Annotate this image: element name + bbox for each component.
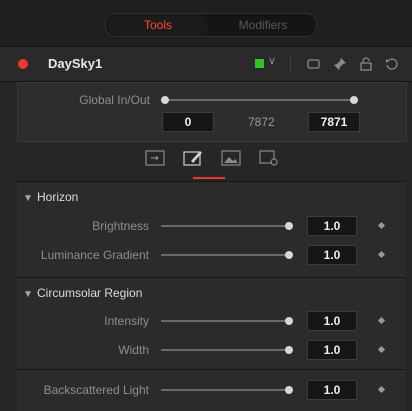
global-inout-panel: Global In/Out 0 7872 7871 xyxy=(17,82,407,142)
brightness-slider[interactable] xyxy=(161,225,289,227)
backscattered-light-label: Backscattered Light xyxy=(43,383,149,397)
global-duration-value: 7872 xyxy=(248,115,275,129)
node-name: DaySky1 xyxy=(48,56,103,71)
global-in-handle[interactable] xyxy=(161,96,169,104)
width-row: Width 1.0 xyxy=(17,339,405,361)
horizon-title: Horizon xyxy=(37,190,79,204)
luminance-gradient-slider-handle[interactable] xyxy=(285,251,293,259)
intensity-slider-handle[interactable] xyxy=(285,317,293,325)
horizon-section: ▼ Horizon Brightness 1.0 Luminance Gradie… xyxy=(17,181,405,278)
circumsolar-section: ▼ Circumsolar Region Intensity 1.0 Width … xyxy=(17,277,405,370)
node-enable-toggle[interactable] xyxy=(18,59,28,69)
global-in-field[interactable]: 0 xyxy=(162,112,214,132)
width-field[interactable]: 1.0 xyxy=(307,340,357,360)
luminance-gradient-field[interactable]: 1.0 xyxy=(307,245,357,265)
global-inout-label: Global In/Out xyxy=(79,93,150,107)
luminance-gradient-slider[interactable] xyxy=(161,254,289,256)
global-out-handle[interactable] xyxy=(350,96,358,104)
backscattered-light-slider-handle[interactable] xyxy=(285,386,293,394)
backscattered-light-slider[interactable] xyxy=(161,389,289,391)
brightness-field[interactable]: 1.0 xyxy=(307,216,357,236)
keyframe-diamond-icon[interactable] xyxy=(377,345,386,354)
tab-image-icon[interactable] xyxy=(221,149,241,167)
top-tab-bar: Tools Modifiers xyxy=(0,0,412,46)
keyframe-diamond-icon[interactable] xyxy=(377,221,386,230)
global-out-field[interactable]: 7871 xyxy=(308,112,360,132)
tab-controls-icon[interactable] xyxy=(145,149,165,167)
node-color-swatch[interactable] xyxy=(255,59,264,68)
chevron-down-icon: ▼ xyxy=(23,289,33,300)
width-label: Width xyxy=(118,343,149,357)
intensity-row: Intensity 1.0 xyxy=(17,310,405,332)
chevron-down-icon: ▼ xyxy=(23,193,33,204)
active-tab-indicator xyxy=(193,177,225,179)
circumsolar-section-header[interactable]: ▼ Circumsolar Region xyxy=(23,286,142,300)
control-page-tabs xyxy=(17,140,405,180)
keyframe-diamond-icon[interactable] xyxy=(377,316,386,325)
tools-modifiers-toggle: Tools Modifiers xyxy=(105,13,317,37)
pin-icon[interactable] xyxy=(332,56,348,72)
reset-icon[interactable] xyxy=(384,56,400,72)
tab-settings-icon[interactable] xyxy=(183,149,203,167)
backscattered-light-field[interactable]: 1.0 xyxy=(307,380,357,400)
node-header: DaySky1 ∨ xyxy=(0,46,412,82)
intensity-slider[interactable] xyxy=(161,320,289,322)
brightness-row: Brightness 1.0 xyxy=(17,215,405,237)
lock-icon[interactable] xyxy=(358,56,374,72)
tab-common-settings-icon[interactable] xyxy=(259,149,279,167)
backscattered-section: Backscattered Light 1.0 xyxy=(17,369,405,411)
collapse-icon[interactable] xyxy=(306,56,322,72)
width-slider[interactable] xyxy=(161,349,289,351)
brightness-slider-handle[interactable] xyxy=(285,222,293,230)
global-inout-range[interactable] xyxy=(164,99,354,101)
intensity-label: Intensity xyxy=(104,314,149,328)
tab-modifiers[interactable]: Modifiers xyxy=(212,14,314,36)
luminance-gradient-row: Luminance Gradient 1.0 xyxy=(17,244,405,266)
circumsolar-title: Circumsolar Region xyxy=(37,286,143,300)
luminance-gradient-label: Luminance Gradient xyxy=(40,248,149,262)
backscattered-light-row: Backscattered Light 1.0 xyxy=(17,379,405,401)
brightness-label: Brightness xyxy=(92,219,149,233)
header-divider xyxy=(290,55,291,73)
width-slider-handle[interactable] xyxy=(285,346,293,354)
tab-tools[interactable]: Tools xyxy=(108,14,208,36)
intensity-field[interactable]: 1.0 xyxy=(307,311,357,331)
keyframe-diamond-icon[interactable] xyxy=(377,385,386,394)
chevron-down-icon[interactable]: ∨ xyxy=(268,54,276,67)
keyframe-diamond-icon[interactable] xyxy=(377,250,386,259)
horizon-section-header[interactable]: ▼ Horizon xyxy=(23,190,78,204)
